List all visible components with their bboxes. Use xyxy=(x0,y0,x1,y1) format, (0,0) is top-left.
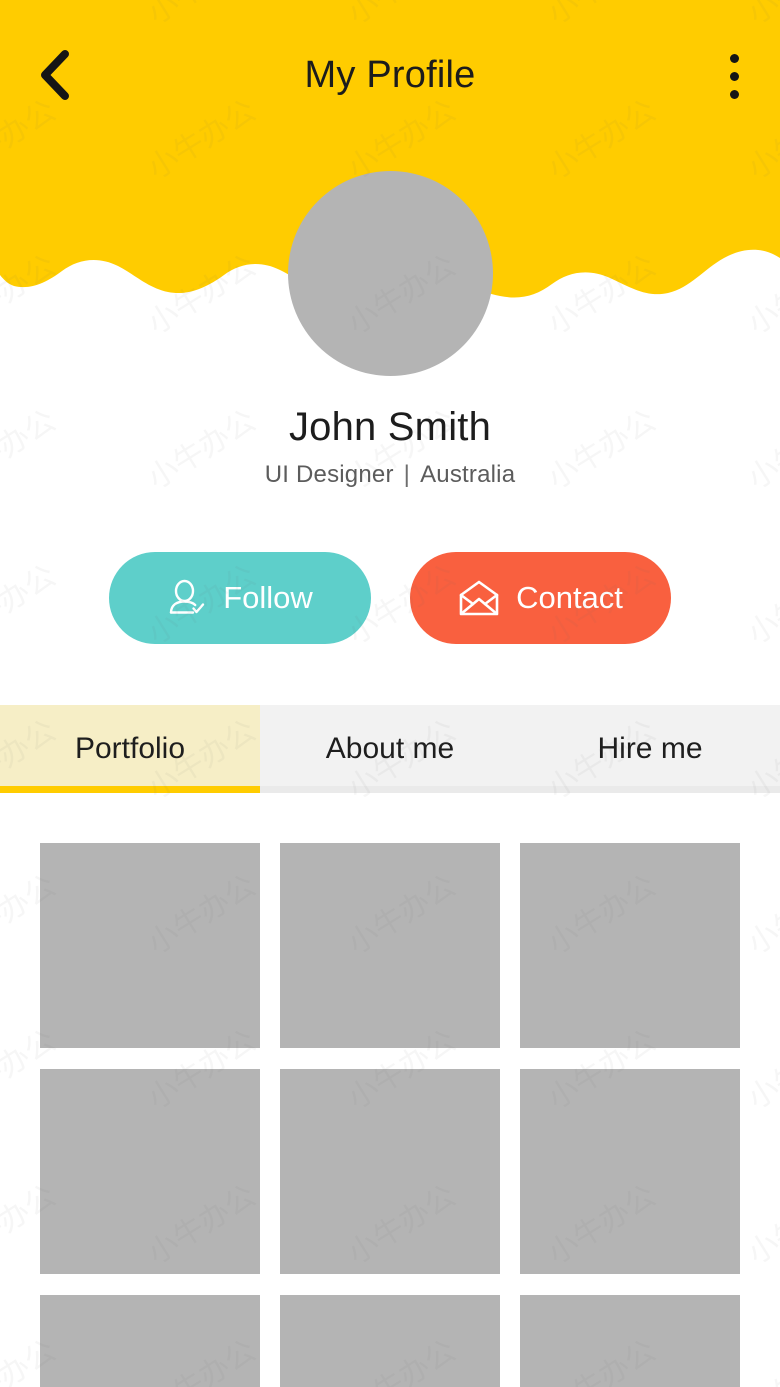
page-title: My Profile xyxy=(304,53,476,96)
portfolio-tile[interactable] xyxy=(40,843,260,1048)
more-vertical-icon-dot-3 xyxy=(729,89,739,99)
portfolio-tile[interactable] xyxy=(520,843,740,1048)
profile-name: John Smith xyxy=(288,405,492,449)
portfolio-tile[interactable] xyxy=(280,1069,500,1274)
watermark-text: 小牛办公 xyxy=(741,1178,780,1272)
envelope-open-icon xyxy=(458,579,500,617)
follow-button[interactable]: Follow xyxy=(109,552,371,644)
identity-block: John Smith UI Designer | Australia xyxy=(0,405,780,489)
profile-role: UI Designer xyxy=(264,460,394,488)
portfolio-tile[interactable] xyxy=(40,1295,260,1387)
tab-about-me-label: About me xyxy=(325,732,455,765)
follow-button-label: Follow xyxy=(223,579,313,615)
action-buttons: Follow Contact xyxy=(0,552,780,644)
contact-button[interactable]: Contact xyxy=(410,552,671,644)
tab-bar: Portfolio About me Hire me xyxy=(0,705,780,793)
portfolio-tile[interactable] xyxy=(280,843,500,1048)
meta-separator: | xyxy=(403,460,411,488)
portfolio-grid xyxy=(40,843,740,1387)
watermark-text: 小牛办公 xyxy=(741,1023,780,1117)
portfolio-tile[interactable] xyxy=(40,1069,260,1274)
avatar[interactable] xyxy=(288,171,493,376)
tab-about-me[interactable]: About me xyxy=(260,705,520,793)
more-options-button[interactable] xyxy=(710,44,758,108)
profile-location: Australia xyxy=(420,460,516,488)
profile-meta: UI Designer | Australia xyxy=(0,461,780,489)
portfolio-tile[interactable] xyxy=(520,1069,740,1274)
tab-hire-me[interactable]: Hire me xyxy=(520,705,780,793)
watermark-text: 小牛办公 xyxy=(741,868,780,962)
top-bar: My Profile xyxy=(0,0,780,150)
contact-button-label: Contact xyxy=(516,579,623,615)
profile-screen: My Profile John Smith UI Designer | Austra… xyxy=(0,0,780,1387)
portfolio-tile[interactable] xyxy=(280,1295,500,1387)
more-vertical-icon-dot-2 xyxy=(729,71,739,81)
portfolio-tile[interactable] xyxy=(520,1295,740,1387)
tab-hire-me-label: Hire me xyxy=(597,732,703,765)
tab-portfolio-label: Portfolio xyxy=(74,732,186,765)
more-vertical-icon-dot-1 xyxy=(729,53,739,63)
tab-portfolio[interactable]: Portfolio xyxy=(0,705,260,793)
watermark-text: 小牛办公 xyxy=(741,1333,780,1387)
user-follow-icon xyxy=(167,578,207,618)
